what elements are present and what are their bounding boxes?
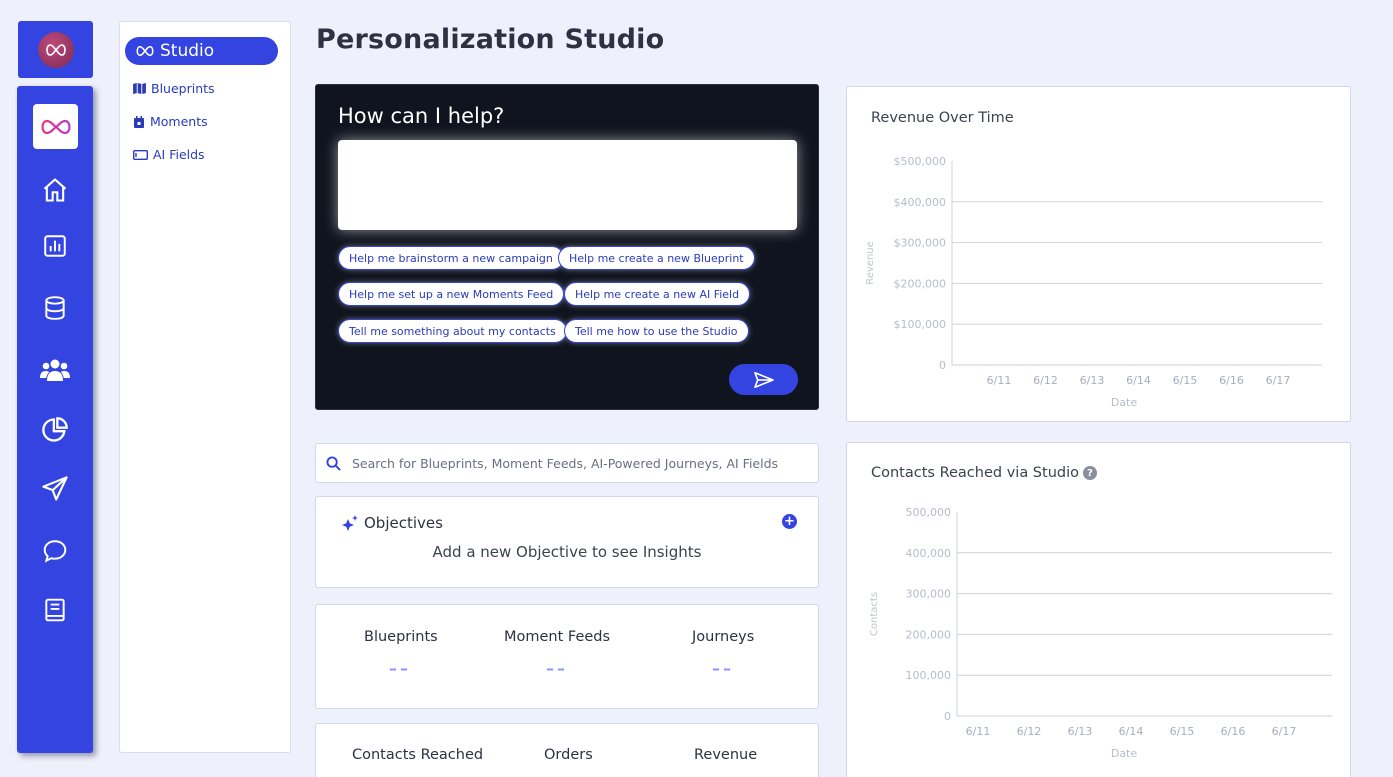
x-axis-label: Date bbox=[1111, 396, 1138, 409]
search-input[interactable] bbox=[352, 455, 802, 471]
stat-label-journeys: Journeys bbox=[692, 629, 755, 645]
suggestion-chip[interactable]: Help me set up a new Moments Feed bbox=[338, 282, 565, 306]
y-tick-label: $400,000 bbox=[894, 196, 947, 209]
suggestion-chip[interactable]: Tell me how to use the Studio bbox=[564, 319, 749, 343]
add-objective-button[interactable]: + bbox=[782, 514, 797, 529]
x-tick-label: 6/13 bbox=[1068, 725, 1093, 738]
suggestion-chip[interactable]: Help me create a new Blueprint bbox=[558, 246, 755, 270]
x-tick-label: 6/13 bbox=[1080, 374, 1105, 387]
main-nav-rail bbox=[17, 86, 93, 753]
sparkle-icon bbox=[342, 514, 358, 531]
y-axis-label: Revenue bbox=[865, 241, 876, 285]
brand-logo-icon[interactable] bbox=[33, 104, 78, 149]
suggestion-chip[interactable]: Help me brainstorm a new campaign bbox=[338, 246, 564, 270]
x-tick-label: 6/12 bbox=[1017, 725, 1042, 738]
y-tick-label: 300,000 bbox=[906, 588, 952, 601]
y-tick-label: 500,000 bbox=[906, 506, 952, 519]
y-axis-label: Contacts bbox=[869, 592, 880, 636]
subnav-item-label: Moments bbox=[150, 114, 208, 129]
y-tick-label: 400,000 bbox=[906, 547, 952, 560]
contacts-chart: 0 100,000 200,000 300,000 400,000 500,000 6/11… bbox=[869, 506, 1332, 760]
y-tick-label: 200,000 bbox=[906, 628, 952, 641]
page-title: Personalization Studio bbox=[316, 24, 665, 55]
y-tick-label: 100,000 bbox=[906, 669, 952, 682]
studio-subnav: Studio Blueprints Moments AI Fields bbox=[119, 21, 291, 753]
stat-label-contacts-reached: Contacts Reached bbox=[352, 747, 484, 763]
x-tick-label: 6/16 bbox=[1221, 725, 1246, 738]
subnav-item-blueprints[interactable]: Blueprints bbox=[133, 81, 215, 96]
app-logo-button[interactable] bbox=[18, 21, 93, 78]
stat-value-journeys: –– bbox=[712, 659, 734, 678]
objectives-heading: Objectives bbox=[341, 514, 443, 532]
search-icon bbox=[326, 455, 341, 471]
studio-counts-card: Blueprints –– Moment Feeds –– Journeys –… bbox=[315, 604, 819, 709]
x-tick-label: 6/14 bbox=[1126, 374, 1151, 387]
map-icon bbox=[133, 83, 146, 94]
revenue-chart: 0 $100,000 $200,000 $300,000 $400,000 $500,00… bbox=[865, 155, 1322, 409]
stat-label-blueprints: Blueprints bbox=[364, 629, 438, 645]
ai-field-icon bbox=[133, 149, 148, 160]
stat-label-moment-feeds: Moment Feeds bbox=[504, 629, 611, 645]
suggestion-chip[interactable]: Tell me something about my contacts bbox=[338, 319, 567, 343]
performance-card: Contacts Reached Orders Revenue bbox=[315, 723, 819, 777]
analytics-icon[interactable] bbox=[39, 230, 71, 262]
book-icon[interactable] bbox=[39, 594, 71, 626]
objectives-title: Objectives bbox=[364, 514, 443, 532]
subnav-item-label: AI Fields bbox=[153, 147, 205, 162]
revenue-chart-card: Revenue Over Time 0 $100,000 $200,000 $300,… bbox=[846, 86, 1351, 422]
y-tick-label: $500,000 bbox=[894, 155, 947, 168]
y-tick-label: 0 bbox=[939, 359, 946, 372]
suggestion-chip[interactable]: Help me create a new AI Field bbox=[564, 282, 751, 306]
chat-title: How can I help? bbox=[338, 104, 505, 128]
send-icon[interactable] bbox=[39, 473, 71, 505]
y-tick-label: $100,000 bbox=[894, 318, 947, 331]
contacts-chart-card: Contacts Reached via Studio ? 0 100,000 20… bbox=[846, 442, 1351, 777]
subnav-item-ai-fields[interactable]: AI Fields bbox=[133, 147, 205, 162]
x-tick-label: 6/11 bbox=[966, 725, 991, 738]
send-button[interactable] bbox=[729, 364, 798, 395]
subnav-item-moments[interactable]: Moments bbox=[133, 114, 208, 129]
pie-chart-icon[interactable] bbox=[39, 414, 71, 446]
logo-icon bbox=[37, 31, 74, 68]
send-arrow-icon bbox=[753, 371, 774, 388]
subnav-studio-label: Studio bbox=[160, 41, 215, 61]
chat-input[interactable] bbox=[338, 140, 797, 230]
database-icon[interactable] bbox=[39, 292, 71, 324]
assistant-chat-panel: How can I help? Help me brainstorm a new… bbox=[315, 84, 819, 410]
x-tick-label: 6/11 bbox=[987, 374, 1012, 387]
x-tick-label: 6/17 bbox=[1266, 374, 1291, 387]
users-icon[interactable] bbox=[39, 354, 71, 386]
x-tick-label: 6/17 bbox=[1272, 725, 1297, 738]
stat-value-moment-feeds: –– bbox=[546, 659, 568, 678]
stat-label-orders: Orders bbox=[544, 747, 593, 763]
y-tick-label: 0 bbox=[944, 710, 951, 723]
y-tick-label: $200,000 bbox=[894, 277, 947, 290]
studio-icon bbox=[136, 45, 154, 57]
studio-search bbox=[315, 443, 819, 483]
calendar-icon bbox=[134, 115, 144, 128]
x-tick-label: 6/15 bbox=[1170, 725, 1195, 738]
x-tick-label: 6/16 bbox=[1219, 374, 1244, 387]
objectives-empty-message: Add a new Objective to see Insights bbox=[432, 543, 702, 561]
subnav-item-label: Blueprints bbox=[151, 81, 215, 96]
stat-label-revenue: Revenue bbox=[694, 747, 758, 763]
x-tick-label: 6/14 bbox=[1119, 725, 1144, 738]
objectives-card: Objectives + Add a new Objective to see … bbox=[315, 496, 819, 588]
x-tick-label: 6/12 bbox=[1033, 374, 1058, 387]
subnav-item-studio[interactable]: Studio bbox=[125, 37, 278, 65]
y-tick-label: $300,000 bbox=[894, 237, 947, 250]
home-icon[interactable] bbox=[39, 174, 71, 206]
x-axis-label: Date bbox=[1111, 747, 1138, 760]
x-tick-label: 6/15 bbox=[1173, 374, 1198, 387]
stat-value-blueprints: –– bbox=[389, 659, 411, 678]
chat-icon[interactable] bbox=[39, 535, 71, 567]
